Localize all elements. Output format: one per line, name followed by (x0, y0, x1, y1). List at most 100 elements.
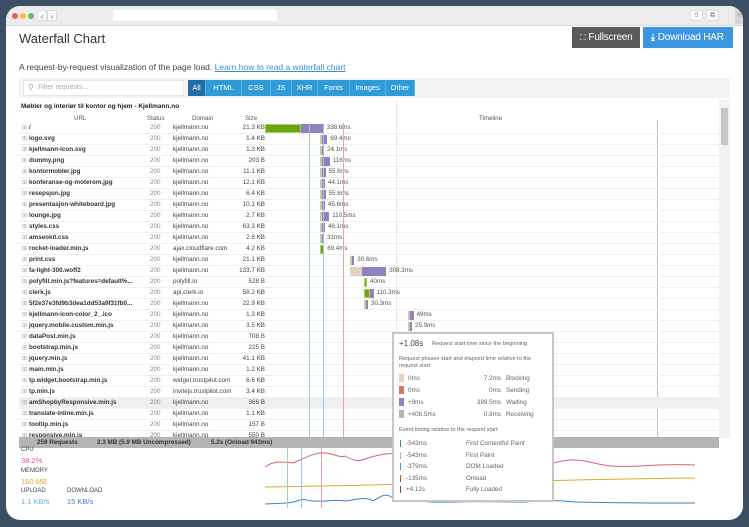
waiting-bar[interactable] (370, 289, 374, 298)
header-timeline[interactable]: Timeline (479, 115, 502, 122)
request-row[interactable]: ⊞ rocket-loader.min.js 200 ajax.cloudflare.… (19, 244, 719, 255)
expand-icon[interactable]: ⊞ (22, 256, 27, 263)
expand-icon[interactable]: ⊞ (22, 311, 27, 318)
expand-icon[interactable]: ⊞ (22, 333, 27, 340)
expand-icon[interactable]: ⊞ (22, 388, 27, 395)
request-row[interactable]: ⊞ print.css 200 kjellmann.no 21.1 KB 30.6ms (19, 255, 719, 266)
expand-icon[interactable]: ⊞ (22, 399, 27, 406)
dns-connect-bar[interactable] (364, 278, 367, 287)
back-button[interactable]: ‹ (37, 10, 47, 21)
request-row[interactable]: ⊞ resepsjon.jpg 200 kjellmann.no 6.4 KB 55.6m… (19, 189, 719, 200)
request-row[interactable]: ⊞ tp.min.js 200 invitejs.trustpilot.com 3.4 … (19, 387, 719, 398)
filter-tab-other[interactable]: Other (386, 80, 415, 96)
waiting-bar[interactable] (362, 267, 387, 276)
request-row[interactable]: ⊞ logo.svg 200 kjellmann.no 1.4 KB 69.4ms (19, 134, 719, 145)
tabs-icon[interactable]: ⧉ (706, 10, 719, 21)
request-row[interactable]: ⊞ konferanse-og-moterom.jpg 200 kjellmann.n… (19, 178, 719, 189)
request-row[interactable]: ⊞ dummy.png 200 kjellmann.no 203 B 118ms (19, 156, 719, 167)
close-window-button[interactable] (12, 13, 18, 19)
expand-icon[interactable]: ⊞ (22, 201, 27, 208)
expand-icon[interactable]: ⊞ (22, 355, 27, 362)
header-domain[interactable]: Domain (192, 115, 213, 122)
address-bar[interactable] (113, 10, 277, 21)
expand-icon[interactable]: ⊞ (22, 146, 27, 153)
filter-tab-all[interactable]: All (188, 80, 206, 96)
phase-name: Sending (506, 387, 530, 394)
expand-icon[interactable]: ⊞ (22, 179, 27, 186)
request-row[interactable]: ⊞ fa-light-300.woff2 200 kjellmann.no 133.7 … (19, 266, 719, 277)
request-row[interactable]: ⊞ styles.css 200 kjellmann.no 63.3 KB 46.1ms (19, 222, 719, 233)
request-row[interactable]: ⊞ presentasjon-whiteboard.jpg 200 kjellmann… (19, 200, 719, 211)
waiting-bar[interactable] (410, 322, 412, 331)
expand-icon[interactable]: ⊞ (22, 124, 27, 131)
header-status[interactable]: Status (147, 115, 165, 122)
request-row[interactable]: ⊞ amseokit.css 200 kjellmann.no 2.8 KB 31ms (19, 233, 719, 244)
request-row[interactable]: ⊞dataPost.min.js200kjellmann.no708 B46.2… (19, 332, 719, 343)
minimize-window-button[interactable] (20, 13, 26, 19)
blocking-bar[interactable] (350, 267, 363, 276)
request-row[interactable]: ⊞ kjellmann-icon-color_2_.ico 200 kjellmann… (19, 310, 719, 321)
scrollbar-thumb[interactable] (721, 108, 728, 145)
learn-waterfall-link[interactable]: Learn how to read a waterfall chart (215, 62, 346, 72)
request-row[interactable]: ⊞ translate-inline.min.js 200 kjellmann.no 1… (19, 409, 719, 420)
request-row[interactable]: ⊞main.min.js200kjellmann.no1.2 KB21.4ms (19, 365, 719, 376)
share-icon[interactable]: ⇧ (690, 10, 703, 21)
expand-icon[interactable]: ⊞ (22, 168, 27, 175)
expand-icon[interactable]: ⊞ (22, 421, 27, 428)
header-url[interactable]: URL (74, 115, 86, 122)
request-row[interactable]: ⊞ jquery.mobile.custom.min.js 200 kjellmann… (19, 321, 719, 332)
expand-icon[interactable]: ⊞ (22, 410, 27, 417)
fullscreen-button[interactable]: ⛶ Fullscreen (572, 27, 640, 48)
expand-icon[interactable]: ⊞ (22, 322, 27, 329)
request-url: bootstrap.min.js (29, 344, 78, 351)
waiting-bar[interactable] (366, 300, 368, 309)
filter-tab-fonts[interactable]: Fonts (318, 80, 350, 96)
request-size: 1.2 KB (246, 366, 265, 373)
expand-icon[interactable]: ⊞ (22, 223, 27, 230)
request-row[interactable]: ⊞ amShopbyResponsive.min.js 200 kjellmann.n… (19, 398, 719, 409)
request-row[interactable]: ⊞ polyfill.min.js?features=default%... 200… (19, 277, 719, 288)
request-row[interactable]: ⊞/ 200 kjellmann.no 21.3 KB 338.6ms (19, 123, 719, 134)
expand-icon[interactable]: ⊞ (22, 278, 27, 285)
expand-icon[interactable]: ⊞ (22, 267, 27, 274)
expand-icon[interactable]: ⊞ (22, 190, 27, 197)
filter-tab-css[interactable]: CSS (242, 80, 271, 96)
filter-tab-js[interactable]: JS (271, 80, 292, 96)
scrollbar[interactable] (719, 100, 730, 438)
maximize-window-button[interactable] (28, 13, 34, 19)
request-domain: kjellmann.no (173, 157, 209, 164)
filter-tab-html[interactable]: HTML (206, 80, 242, 96)
dns-connect-bar[interactable] (265, 124, 301, 133)
waiting-bar[interactable] (410, 311, 414, 320)
waiting-bar[interactable] (301, 124, 324, 133)
expand-icon[interactable]: ⊞ (22, 366, 27, 373)
expand-icon[interactable]: ⊞ (22, 289, 27, 296)
request-row[interactable]: ⊞tooltip.min.js200kjellmann.no157 B41.2m… (19, 420, 719, 431)
expand-icon[interactable]: ⊞ (22, 377, 27, 384)
filter-tab-images[interactable]: Images (350, 80, 386, 96)
filter-requests-input[interactable]: ⚲ Filter requests... (23, 80, 184, 96)
request-size: 21.1 KB (242, 256, 265, 263)
header-size[interactable]: Size (245, 115, 257, 122)
expand-icon[interactable]: ⊞ (22, 245, 27, 252)
request-row[interactable]: ⊞ kontormobler.jpg 200 kjellmann.no 11.1 KB 5… (19, 167, 719, 178)
request-row[interactable]: ⊞ clerk.js 200 api.clerk.io 58.2 KB 110.3ms (19, 288, 719, 299)
expand-icon[interactable]: ⊞ (22, 300, 27, 307)
request-row[interactable]: ⊞bootstrap.min.js200kjellmann.no225 B33.… (19, 343, 719, 354)
request-row[interactable]: ⊞ 5f2e37e3fd9b3dea1dd53a9f31fb0... 200 kjel… (19, 299, 719, 310)
expand-icon[interactable]: ⊞ (22, 212, 27, 219)
new-tab-button[interactable]: + (735, 8, 743, 24)
filter-tab-xhr[interactable]: XHR (292, 80, 318, 96)
waiting-bar[interactable] (352, 256, 355, 265)
forward-button[interactable]: › (47, 10, 57, 21)
request-row[interactable]: ⊞lounge.jpg200kjellmann.no2.7 KB110.5ms (19, 211, 719, 222)
request-row[interactable]: ⊞ kjellmann-icon.svg 200 kjellmann.no 1.3 KB… (19, 145, 719, 156)
request-row[interactable]: ⊞ tp.widget.bootstrap.min.js 200 widget.tru… (19, 376, 719, 387)
request-size: 1.3 KB (246, 146, 265, 153)
expand-icon[interactable]: ⊞ (22, 344, 27, 351)
expand-icon[interactable]: ⊞ (22, 157, 27, 164)
request-row[interactable]: ⊞jquery.min.js200kjellmann.no41.1 KB161.… (19, 354, 719, 365)
download-har-button[interactable]: ⤓ Download HAR (643, 27, 733, 48)
expand-icon[interactable]: ⊞ (22, 234, 27, 241)
expand-icon[interactable]: ⊞ (22, 135, 27, 142)
